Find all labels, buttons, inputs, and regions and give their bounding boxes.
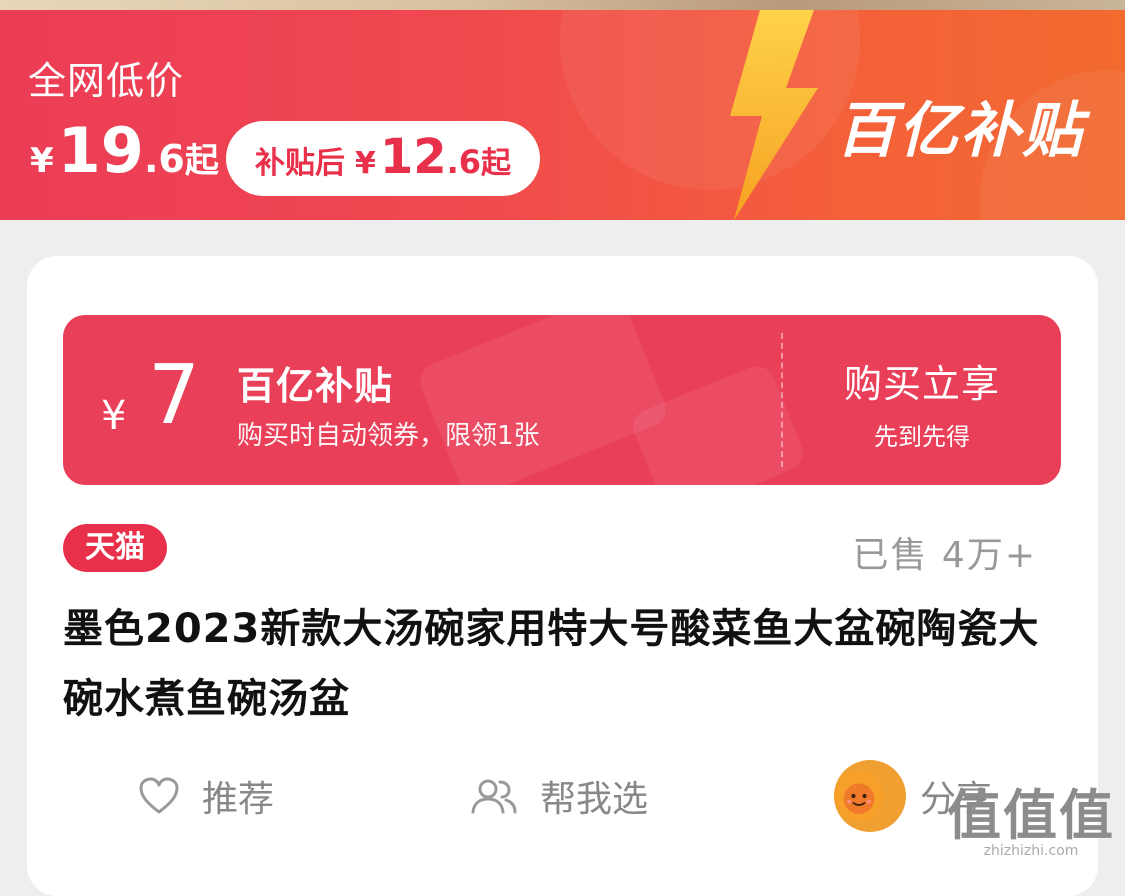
ticket-decoration — [414, 315, 672, 485]
product-title: 墨色2023新款大汤碗家用特大号酸菜鱼大盆碗陶瓷大碗水煮鱼碗汤盆 — [63, 606, 1040, 722]
help-choose-button[interactable]: 帮我选 — [470, 760, 648, 832]
watermark-logo: 值值值 — [947, 784, 1115, 847]
coupon-description: 购买时自动领券，限领1张 — [237, 421, 540, 451]
price-decimal: .6 — [143, 137, 185, 181]
people-icon — [471, 779, 517, 814]
coupon-action-button[interactable]: 购买立享 — [783, 353, 1061, 408]
subsidy-label: 补贴后 — [254, 146, 345, 181]
coupon-note: 先到先得 — [874, 423, 970, 451]
mascot-avatar-icon — [834, 760, 906, 832]
subsidy-price-suffix: 起 — [481, 146, 512, 181]
sold-count: 已售 4万+ — [852, 535, 1037, 576]
coupon-amount: 7 — [148, 348, 201, 443]
subsidy-price-pill: 补贴后 ¥ 12 .6 起 — [226, 121, 540, 196]
recommend-label: 推荐 — [202, 779, 275, 820]
currency-symbol: ¥ — [30, 141, 54, 181]
tmall-badge: 天猫 — [63, 524, 167, 572]
subsidy-price-decimal: .6 — [446, 143, 482, 181]
coupon-card[interactable]: ¥ 7 百亿补贴 购买时自动领券，限领1张 购买立享 先到先得 — [63, 315, 1061, 485]
help-choose-label: 帮我选 — [540, 779, 649, 820]
heart-icon — [139, 777, 179, 814]
product-image-edge — [0, 0, 1125, 10]
site-watermark: 值值值 zhizhizhi.com — [947, 784, 1115, 860]
lightning-icon — [730, 10, 818, 220]
coupon-currency: ¥ — [101, 393, 127, 439]
subsidy-price-integer: 12 — [379, 129, 447, 185]
brand-title: 百亿补贴 — [836, 96, 1084, 166]
original-price: ¥ 19 .6 起 — [30, 120, 219, 182]
price-integer: 19 — [57, 114, 144, 187]
low-price-label: 全网低价 — [28, 59, 185, 103]
price-suffix: 起 — [184, 141, 219, 181]
recommend-button[interactable]: 推荐 — [138, 760, 274, 832]
currency-symbol: ¥ — [354, 146, 376, 181]
coupon-title: 百亿补贴 — [237, 364, 394, 408]
subsidy-banner: 全网低价 ¥ 19 .6 起 补贴后 ¥ 12 .6 起 百亿补贴 — [0, 10, 1125, 220]
